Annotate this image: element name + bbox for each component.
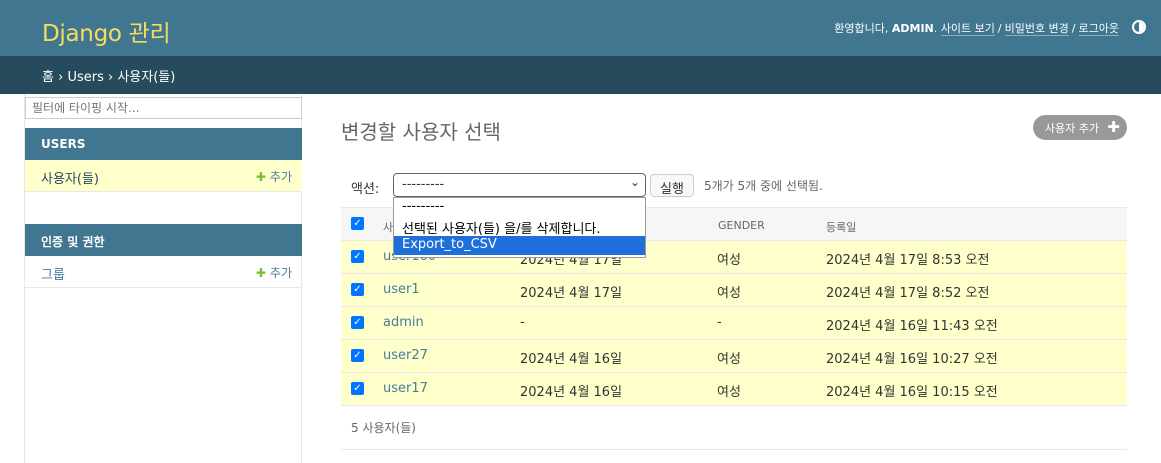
chevron-down-icon: ⌄ (629, 175, 640, 189)
gender-cell: 여성 (717, 385, 741, 400)
theme-toggle-icon[interactable] (1132, 20, 1146, 34)
module-caption-users[interactable]: USERS (25, 128, 302, 160)
selection-counter: 5개가 5개 중에 선택됨. (704, 179, 823, 193)
date-cell: 2024년 4월 16일 (520, 352, 623, 367)
row-checkbox[interactable]: ✓ (351, 283, 364, 296)
plus-icon: ✚ (255, 170, 266, 184)
registered-cell: 2024년 4월 16일 11:43 오전 (826, 319, 998, 334)
gender-cell: 여성 (717, 352, 741, 367)
logout-link[interactable]: 로그아웃 (1078, 22, 1119, 36)
main-content: 변경할 사용자 선택 사용자 추가 ✚ 액션: --------- ⌄ 실행 5… (341, 94, 1127, 463)
username-link[interactable]: admin (383, 315, 424, 330)
change-password-link[interactable]: 비밀번호 변경 (1004, 22, 1069, 36)
header: Django 관리 환영합니다, ADMIN. 사이트 보기 / 비밀번호 변경 / 로… (0, 0, 1161, 56)
date-cell: - (520, 315, 525, 330)
sidebar: USERS 사용자(들) ✚추가 인증 및 권한 그룹 ✚추가 (24, 94, 302, 463)
breadcrumb: 홈 › Users › 사용자(들) (0, 56, 1161, 94)
sidebar-item-label[interactable]: 그룹 (41, 268, 65, 283)
sidebar-item-groups[interactable]: 그룹 ✚ 추가 (25, 256, 302, 288)
plus-icon: ✚ (1107, 118, 1120, 136)
plus-icon: ✚ (255, 266, 266, 280)
welcome-text: 환영합니다, (834, 22, 892, 35)
table-row: ✓ user1 2024년 4월 17일 여성 2024년 4월 17일 8:5… (341, 274, 1127, 307)
row-checkbox[interactable]: ✓ (351, 382, 364, 395)
table-row: ✓ admin - - 2024년 4월 16일 11:43 오전 (341, 307, 1127, 340)
add-user-link[interactable]: ✚ 추가 (256, 168, 292, 185)
breadcrumb-home[interactable]: 홈 (42, 70, 54, 85)
action-dropdown-list: --------- 선택된 사용자(들) 을/를 삭제합니다. Export_t… (393, 197, 646, 258)
run-action-button[interactable]: 실행 (650, 174, 694, 197)
dropdown-option-export-csv[interactable]: Export_to_CSV (394, 236, 645, 255)
date-cell: 2024년 4월 17일 (520, 286, 623, 301)
breadcrumb-current: 사용자(들) (117, 70, 176, 85)
action-select[interactable]: --------- ⌄ (393, 173, 646, 197)
username-link[interactable]: user27 (383, 348, 428, 363)
module-caption-auth[interactable]: 인증 및 권한 (25, 224, 302, 256)
view-site-link[interactable]: 사이트 보기 (940, 22, 995, 36)
gender-cell: 여성 (717, 286, 741, 301)
username-link[interactable]: user17 (383, 381, 428, 396)
registered-cell: 2024년 4월 17일 8:52 오전 (826, 286, 990, 301)
page-title: 변경할 사용자 선택 (341, 120, 501, 144)
select-all-checkbox[interactable]: ✓ (351, 217, 364, 230)
breadcrumb-app[interactable]: Users (67, 70, 103, 85)
registered-cell: 2024년 4월 17일 8:53 오전 (826, 253, 990, 268)
table-row: ✓ user27 2024년 4월 16일 여성 2024년 4월 16일 10… (341, 340, 1127, 373)
registered-cell: 2024년 4월 16일 10:27 오전 (826, 352, 998, 367)
username-link[interactable]: user1 (383, 282, 420, 297)
sidebar-item-label[interactable]: 사용자(들) (41, 172, 99, 187)
table-row: ✓ user17 2024년 4월 16일 여성 2024년 4월 16일 10… (341, 373, 1127, 406)
gender-cell: - (717, 315, 722, 330)
actions-label: 액션: (351, 182, 380, 197)
sidebar-item-users[interactable]: 사용자(들) ✚ 추가 (25, 160, 302, 192)
row-checkbox[interactable]: ✓ (351, 250, 364, 263)
result-count: 5 사용자(들) (341, 406, 1127, 450)
dropdown-option-delete[interactable]: 선택된 사용자(들) 을/를 삭제합니다. (394, 217, 645, 237)
column-header-registered[interactable]: 등록일 (826, 219, 856, 235)
add-user-button[interactable]: 사용자 추가 ✚ (1032, 115, 1127, 140)
site-brand[interactable]: Django 관리 (42, 14, 171, 48)
date-cell: 2024년 4월 16일 (520, 385, 623, 400)
username: ADMIN (891, 22, 934, 35)
row-checkbox[interactable]: ✓ (351, 349, 364, 362)
column-header-gender[interactable]: GENDER (718, 219, 765, 232)
add-group-link[interactable]: ✚ 추가 (256, 264, 292, 281)
registered-cell: 2024년 4월 16일 10:15 오전 (826, 385, 998, 400)
dropdown-option-blank[interactable]: --------- (394, 198, 645, 217)
gender-cell: 여성 (717, 253, 741, 268)
row-checkbox[interactable]: ✓ (351, 316, 364, 329)
user-tools: 환영합니다, ADMIN. 사이트 보기 / 비밀번호 변경 / 로그아웃 (834, 22, 1119, 36)
nav-filter-input[interactable] (25, 97, 302, 119)
